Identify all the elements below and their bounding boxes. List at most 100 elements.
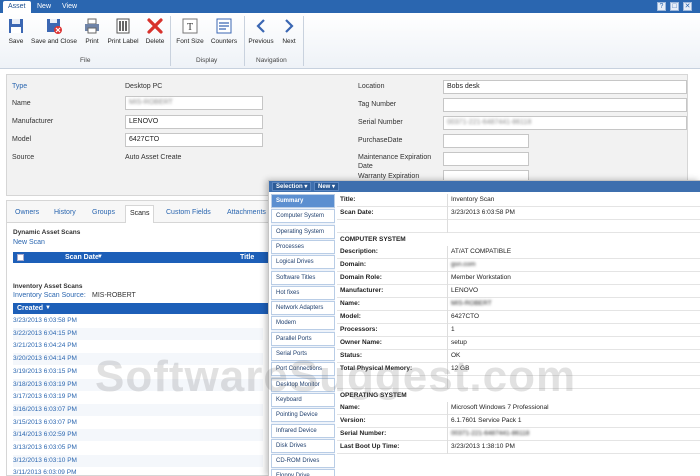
sort-down-icon: ▼ — [97, 254, 103, 260]
tab-scans[interactable]: Scans — [125, 205, 155, 223]
detail-key: Owner Name: — [340, 339, 382, 346]
menu-item-operating-system[interactable]: Operating System — [271, 224, 335, 239]
save-button[interactable]: Save — [5, 17, 27, 45]
manufacturer-field[interactable]: LENOVO — [125, 115, 263, 129]
counters-button[interactable]: Counters — [208, 17, 240, 45]
menu-item-infrared-device[interactable]: Infrared Device — [271, 423, 335, 438]
scan-date-column-header[interactable]: Scan Date — [65, 252, 99, 263]
close-icon[interactable]: ✕ — [683, 2, 692, 11]
restore-icon[interactable]: □ — [670, 2, 679, 11]
detail-key: Domain Role: — [340, 274, 382, 281]
menu-item-parallel-ports[interactable]: Parallel Ports — [271, 331, 335, 346]
scan-row[interactable]: 3/11/2013 6:03:09 PM — [13, 467, 263, 476]
detail-row: Processors: 1 — [337, 324, 700, 337]
detail-row: Version: 6.1.7601 Service Pack 1 — [337, 415, 700, 428]
detail-key: Last Boot Up Time: — [340, 443, 400, 450]
detail-value: 1 — [451, 326, 455, 333]
menu-item-cd-rom-drives[interactable]: CD-ROM Drives — [271, 454, 335, 469]
delete-button[interactable]: Delete — [143, 17, 167, 45]
sort-down-icon: ▼ — [45, 305, 51, 311]
top-tab-bar: Asset New View ? □ ✕ — [0, 0, 700, 13]
detail-key: Manufacturer: — [340, 287, 384, 294]
tab-history[interactable]: History — [54, 209, 76, 216]
location-label: Location — [358, 83, 385, 90]
scan-row[interactable]: 3/13/2013 6:03:05 PM — [13, 442, 263, 454]
menu-item-computer-system[interactable]: Computer System — [271, 209, 335, 224]
delete-icon — [147, 18, 163, 34]
serial-number-field[interactable]: 00371-221-6487441-86118 — [443, 116, 687, 130]
selection-menu-button[interactable]: Selection ▾ — [272, 182, 312, 191]
detail-value: 6427CTO — [451, 313, 480, 320]
menu-item-pointing-device[interactable]: Pointing Device — [271, 408, 335, 423]
model-field[interactable]: 6427CTO — [125, 133, 263, 147]
tab-new[interactable]: New — [32, 1, 56, 13]
scan-row[interactable]: 3/23/2013 6:03:58 PM — [13, 315, 263, 327]
menu-item-logical-drives[interactable]: Logical Drives — [271, 255, 335, 270]
tab-custom-fields[interactable]: Custom Fields — [166, 209, 211, 216]
chevron-left-icon — [256, 19, 265, 33]
scan-row[interactable]: 3/16/2013 6:03:07 PM — [13, 403, 263, 416]
help-icon[interactable]: ? — [657, 2, 666, 11]
scan-row[interactable]: 3/22/2013 6:04:15 PM — [13, 327, 263, 340]
location-field[interactable]: Bobs desk — [443, 80, 687, 94]
menu-item-disk-drives[interactable]: Disk Drives — [271, 438, 335, 453]
maintenance-expiration-field[interactable] — [443, 152, 529, 166]
next-button[interactable]: Next — [279, 17, 299, 45]
new-scan-link[interactable]: New Scan — [13, 239, 45, 246]
font-size-icon: T — [182, 18, 198, 34]
detail-value: gsn.com — [451, 261, 476, 268]
scan-row[interactable]: 3/15/2013 6:03:07 PM — [13, 417, 263, 429]
previous-button[interactable]: Previous — [247, 17, 275, 45]
menu-item-network-adapters[interactable]: Network Adapters — [271, 301, 335, 316]
file-group-label: File — [80, 57, 91, 64]
detail-key: Serial Number: — [340, 430, 387, 437]
menu-item-floppy-drive[interactable]: Floppy Drive — [271, 469, 335, 476]
font-size-button[interactable]: T Font Size — [174, 17, 206, 45]
tab-asset[interactable]: Asset — [3, 1, 31, 13]
inventory-source-value: MIS-ROBERT — [92, 292, 136, 299]
new-menu-button[interactable]: New ▾ — [314, 182, 340, 191]
counters-icon — [216, 18, 232, 34]
tab-view[interactable]: View — [57, 1, 82, 13]
column-divider — [447, 259, 448, 272]
tab-owners[interactable]: Owners — [15, 209, 39, 216]
delete-label: Delete — [145, 38, 165, 45]
menu-item-processes[interactable]: Processes — [271, 239, 335, 254]
display-group-label: Display — [196, 57, 218, 64]
inventory-source-link[interactable]: Inventory Scan Source: — [13, 292, 86, 299]
selection-label: Selection — [276, 184, 303, 190]
name-field[interactable]: MIS-ROBERT — [125, 96, 263, 110]
menu-item-summary[interactable]: Summary — [271, 194, 335, 208]
created-column-header[interactable]: Created — [17, 303, 43, 314]
scan-row[interactable]: 3/12/2013 6:03:10 PM — [13, 454, 263, 467]
tab-groups[interactable]: Groups — [92, 209, 115, 216]
detail-value: LENOVO — [451, 287, 479, 294]
column-divider — [447, 324, 448, 337]
save-and-close-button[interactable]: Save and Close — [29, 17, 79, 45]
column-divider — [447, 220, 448, 233]
tag-number-field[interactable] — [443, 98, 687, 112]
menu-item-software-titles[interactable]: Software Titles — [271, 270, 335, 285]
watermark: SoftwareSuggest.com — [95, 352, 577, 401]
scan-row[interactable]: 3/21/2013 6:04:24 PM — [13, 340, 263, 352]
detail-row: Manufacturer: LENOVO — [337, 285, 700, 298]
counters-label: Counters — [210, 38, 238, 45]
menu-item-modem[interactable]: Modem — [271, 316, 335, 331]
detail-row: Name: MIS-ROBERT — [337, 298, 700, 311]
detail-value: 3/23/2013 6:03:58 PM — [451, 209, 515, 216]
scan-detail-panel: Selection ▾ New ▾ Summary Computer System… — [268, 180, 700, 476]
chevron-right-icon — [285, 19, 294, 33]
print-label-button[interactable]: Print Label — [105, 17, 141, 45]
scan-row[interactable]: 3/14/2013 6:02:59 PM — [13, 429, 263, 442]
serial-number-label: Serial Number — [358, 119, 403, 126]
purchase-date-field[interactable] — [443, 134, 529, 148]
tab-attachments[interactable]: Attachments — [227, 209, 266, 216]
column-divider — [447, 298, 448, 311]
scan-category-menu: Summary Computer System Operating System Pr… — [271, 194, 335, 476]
select-all-checkbox[interactable] — [17, 254, 24, 261]
manufacturer-label: Manufacturer — [12, 118, 54, 125]
title-column-header[interactable]: Title — [240, 252, 254, 263]
print-button[interactable]: Print — [82, 17, 102, 45]
name-field-value: MIS-ROBERT — [129, 99, 173, 106]
menu-item-hot-fixes[interactable]: Hot fixes — [271, 285, 335, 300]
